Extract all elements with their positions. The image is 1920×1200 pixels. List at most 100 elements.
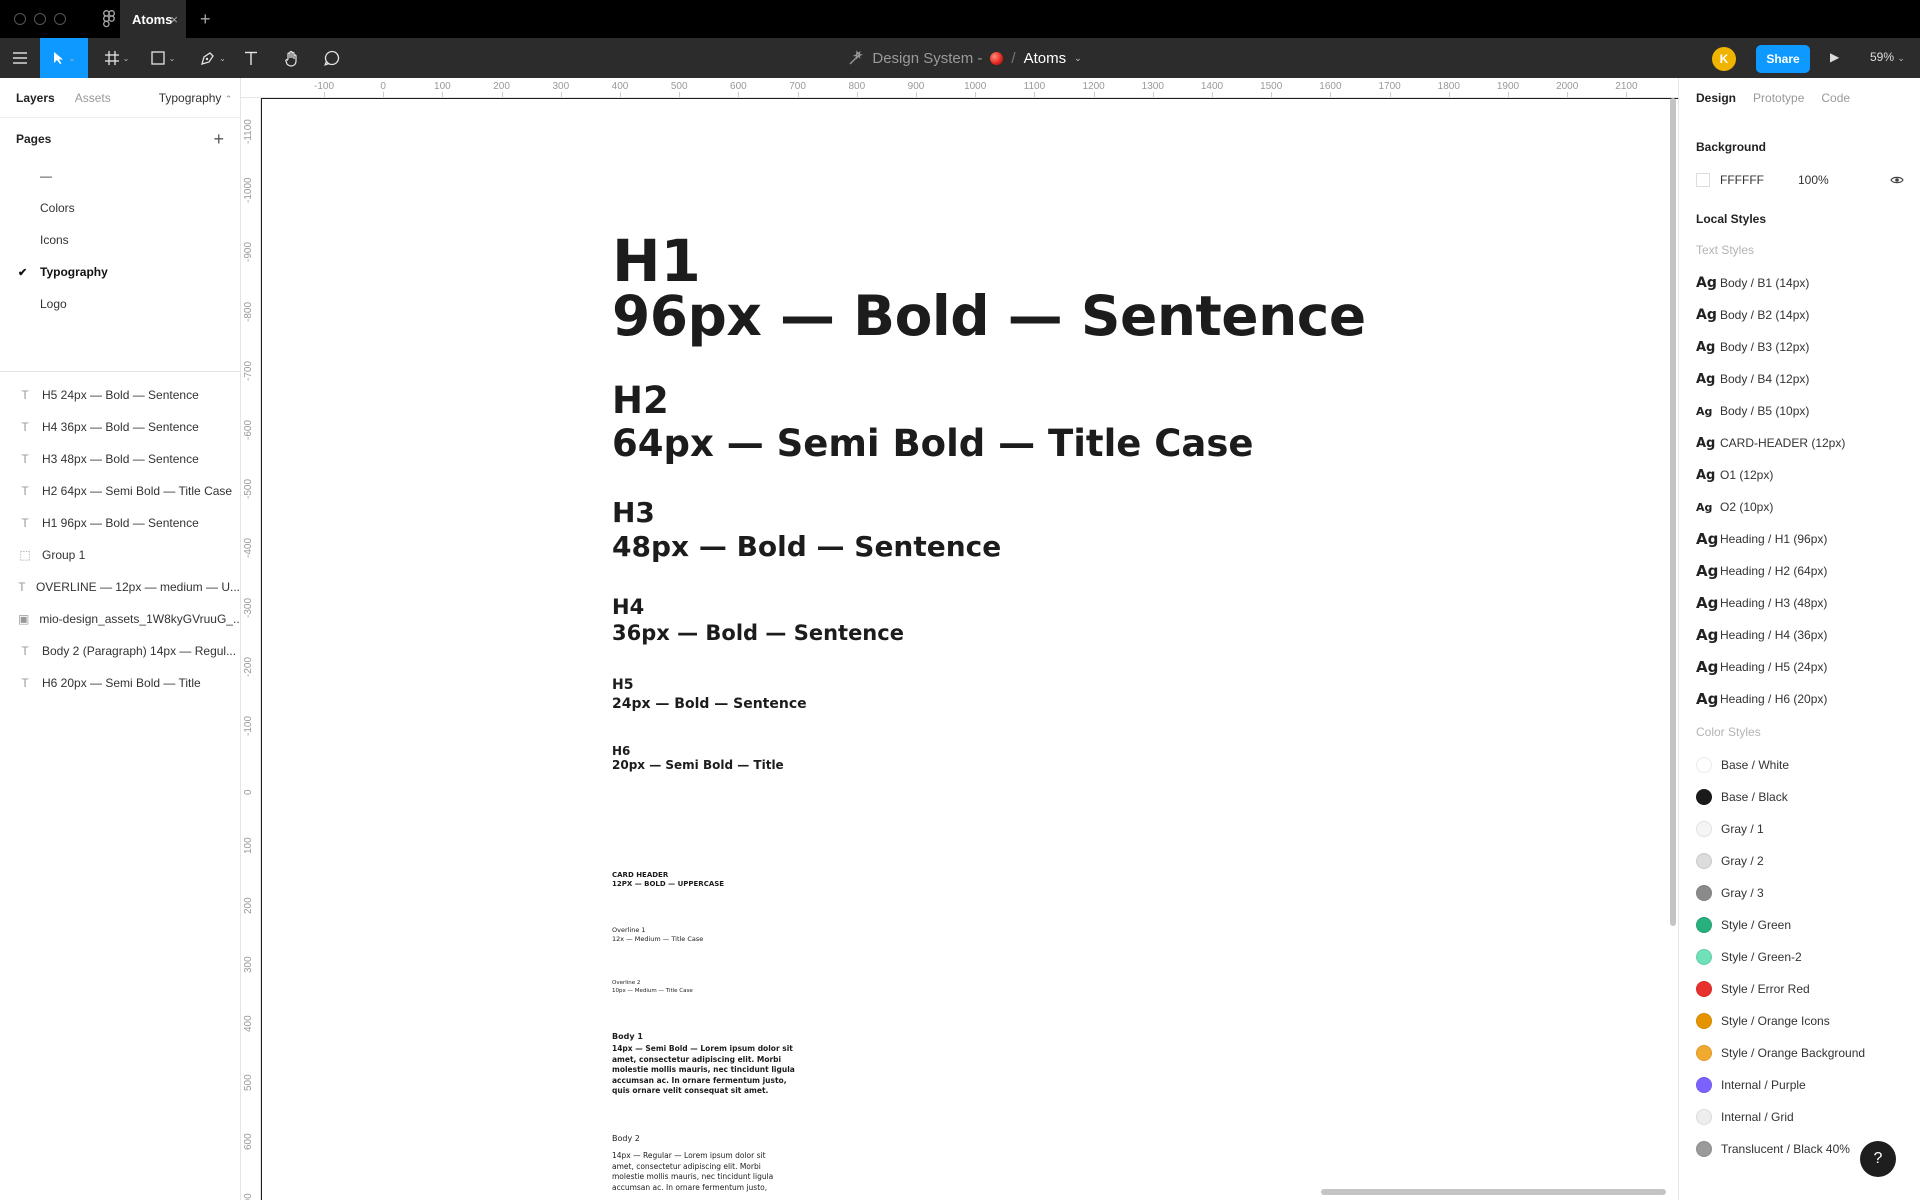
color-style-item[interactable]: Gray / 2 — [1679, 845, 1920, 877]
overline1-spec[interactable]: 12x — Medium — Title Case — [612, 936, 703, 943]
page-item[interactable]: ✔ Typography — [0, 256, 240, 288]
h5-title[interactable]: H5 — [612, 678, 633, 692]
canvas[interactable]: H1 96px — Bold — Sentence H2 64px — Semi… — [262, 99, 1678, 1200]
text-style-item[interactable]: Ag CARD-HEADER (12px) — [1679, 427, 1920, 459]
tab-code[interactable]: Code — [1821, 91, 1850, 105]
text-style-item[interactable]: Ag Heading / H1 (96px) — [1679, 523, 1920, 555]
overline2-title[interactable]: Overline 2 — [612, 980, 640, 987]
share-button[interactable]: Share — [1756, 45, 1810, 73]
background-fill-row[interactable]: FFFFFF 100% — [1679, 164, 1920, 196]
text-style-item[interactable]: Ag Heading / H4 (36px) — [1679, 619, 1920, 651]
text-style-item[interactable]: Ag O1 (12px) — [1679, 459, 1920, 491]
avatar[interactable]: K — [1712, 47, 1736, 71]
h4-spec[interactable]: 36px — Bold — Sentence — [612, 623, 904, 644]
color-style-item[interactable]: Base / White — [1679, 749, 1920, 781]
text-style-item[interactable]: Ag O2 (10px) — [1679, 491, 1920, 523]
window-controls[interactable] — [14, 13, 66, 25]
zoom-dropdown[interactable]: 59% ⌄ — [1870, 50, 1905, 64]
page-item[interactable]: Colors — [0, 192, 240, 224]
add-page-icon[interactable]: + — [213, 129, 224, 150]
close-window-button[interactable] — [14, 13, 26, 25]
layer-item[interactable]: T H6 20px — Semi Bold — Title — [0, 667, 240, 699]
file-tab[interactable]: Atoms × — [120, 0, 186, 38]
layer-item[interactable]: T H4 36px — Bold — Sentence — [0, 411, 240, 443]
color-style-item[interactable]: Style / Green — [1679, 909, 1920, 941]
h1-spec[interactable]: 96px — Bold — Sentence — [612, 289, 1366, 344]
page-item[interactable]: — — [0, 160, 240, 192]
layer-item[interactable]: T H2 64px — Semi Bold — Title Case — [0, 475, 240, 507]
shape-tool-button[interactable]: ⌄ — [146, 38, 180, 78]
text-style-item[interactable]: Ag Heading / H3 (48px) — [1679, 587, 1920, 619]
tab-assets[interactable]: Assets — [75, 91, 111, 105]
help-button[interactable]: ? — [1860, 1141, 1896, 1177]
text-style-item[interactable]: Ag Body / B3 (12px) — [1679, 331, 1920, 363]
pen-tool-button[interactable]: ⌄ — [196, 38, 230, 78]
color-style-item[interactable]: Style / Orange Background — [1679, 1037, 1920, 1069]
color-style-item[interactable]: Gray / 3 — [1679, 877, 1920, 909]
card-header-spec[interactable]: 12PX — BOLD — UPPERCASE — [612, 881, 724, 888]
layer-item[interactable]: T H1 96px — Bold — Sentence — [0, 507, 240, 539]
layer-item[interactable]: T OVERLINE — 12px — medium — U... — [0, 571, 240, 603]
close-tab-icon[interactable]: × — [170, 12, 178, 27]
chevron-down-icon[interactable]: ⌄ — [1074, 53, 1082, 64]
card-header-title[interactable]: CARD HEADER — [612, 872, 668, 879]
body1-title[interactable]: Body 1 — [612, 1033, 643, 1041]
color-style-item[interactable]: Style / Green-2 — [1679, 941, 1920, 973]
color-style-item[interactable]: Base / Black — [1679, 781, 1920, 813]
layer-item[interactable]: T Body 2 (Paragraph) 14px — Regul... — [0, 635, 240, 667]
layer-item[interactable]: T H3 48px — Bold — Sentence — [0, 443, 240, 475]
layer-item[interactable]: ▣ mio-design_assets_1W8kyGVruuG_... — [0, 603, 240, 635]
h2-title[interactable]: H2 — [612, 382, 669, 419]
background-hex[interactable]: FFFFFF — [1720, 173, 1764, 187]
maximize-window-button[interactable] — [54, 13, 66, 25]
color-style-item[interactable]: Internal / Grid — [1679, 1101, 1920, 1133]
file-name[interactable]: Atoms — [1024, 50, 1067, 67]
color-style-item[interactable]: Style / Error Red — [1679, 973, 1920, 1005]
text-style-item[interactable]: Ag Body / B5 (10px) — [1679, 395, 1920, 427]
text-style-item[interactable]: Ag Body / B4 (12px) — [1679, 363, 1920, 395]
body2-paragraph[interactable]: 14px — Regular — Lorem ipsum dolor sit a… — [612, 1151, 773, 1193]
text-style-item[interactable]: Ag Body / B1 (14px) — [1679, 267, 1920, 299]
color-style-item[interactable]: Gray / 1 — [1679, 813, 1920, 845]
new-tab-button[interactable]: + — [200, 9, 211, 30]
frame-tool-button[interactable]: ⌄ — [100, 38, 134, 78]
project-name[interactable]: Design System - — [872, 50, 982, 67]
text-style-item[interactable]: Ag Body / B2 (14px) — [1679, 299, 1920, 331]
tab-design[interactable]: Design — [1696, 91, 1736, 105]
h2-spec[interactable]: 64px — Semi Bold — Title Case — [612, 425, 1254, 462]
tab-prototype[interactable]: Prototype — [1753, 91, 1804, 105]
color-style-item[interactable]: Style / Orange Icons — [1679, 1005, 1920, 1037]
h1-title[interactable]: H1 — [612, 232, 701, 290]
h5-spec[interactable]: 24px — Bold — Sentence — [612, 697, 807, 711]
body1-paragraph[interactable]: 14px — Semi Bold — Lorem ipsum dolor sit… — [612, 1044, 795, 1097]
move-tool-button[interactable]: ⌄ — [40, 38, 88, 78]
main-menu-icon[interactable] — [8, 38, 32, 78]
hand-tool-icon[interactable] — [280, 38, 304, 78]
background-opacity[interactable]: 100% — [1798, 173, 1829, 187]
overline2-spec[interactable]: 10px — Medium — Title Case — [612, 988, 693, 995]
h3-spec[interactable]: 48px — Bold — Sentence — [612, 533, 1001, 561]
layer-item[interactable]: T H5 24px — Bold — Sentence — [0, 379, 240, 411]
vertical-scrollbar[interactable] — [1670, 98, 1676, 926]
text-style-item[interactable]: Ag Heading / H6 (20px) — [1679, 683, 1920, 715]
body2-title[interactable]: Body 2 — [612, 1135, 640, 1143]
text-tool-icon[interactable] — [240, 38, 262, 78]
h6-title[interactable]: H6 — [612, 745, 630, 757]
minimize-window-button[interactable] — [34, 13, 46, 25]
h3-title[interactable]: H3 — [612, 499, 655, 527]
h4-title[interactable]: H4 — [612, 597, 644, 618]
horizontal-scrollbar[interactable] — [1321, 1189, 1666, 1195]
current-page-dropdown[interactable]: Typography ⌃ — [159, 91, 233, 105]
comment-tool-icon[interactable] — [320, 38, 344, 78]
present-play-icon[interactable]: ▶ — [1830, 50, 1839, 64]
background-swatch[interactable] — [1696, 173, 1710, 187]
layer-item[interactable]: ⬚ Group 1 — [0, 539, 240, 571]
tab-layers[interactable]: Layers — [16, 91, 55, 105]
figma-home-icon[interactable] — [100, 10, 118, 28]
text-style-item[interactable]: Ag Heading / H5 (24px) — [1679, 651, 1920, 683]
page-item[interactable]: Icons — [0, 224, 240, 256]
color-style-item[interactable]: Internal / Purple — [1679, 1069, 1920, 1101]
eye-icon[interactable] — [1890, 172, 1904, 188]
text-style-item[interactable]: Ag Heading / H2 (64px) — [1679, 555, 1920, 587]
page-item[interactable]: Logo — [0, 288, 240, 320]
